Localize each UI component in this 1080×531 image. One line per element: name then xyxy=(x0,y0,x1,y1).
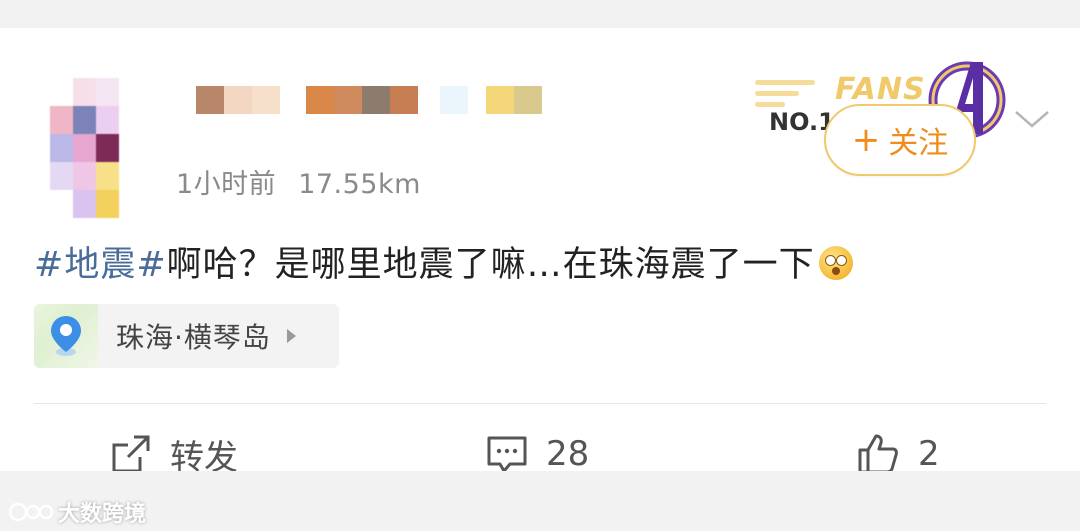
post-content: #地震#啊哈？是哪里地震了嘛…在珠海震了一下 xyxy=(34,236,853,287)
watermark-text: 大数跨境 xyxy=(58,502,147,527)
location-pin-icon xyxy=(51,316,81,356)
post-card: 1小时前 17.55km FANS NO.1 + 关注 #地震#啊哈？是哪里地震了… xyxy=(0,28,1080,478)
location-map-thumbnail xyxy=(34,304,98,368)
chevron-right-icon xyxy=(286,329,296,343)
topic-link[interactable]: #地震# xyxy=(34,245,167,285)
location-chip[interactable]: 珠海·横琴岛 xyxy=(34,304,339,368)
username-redacted[interactable] xyxy=(196,86,542,114)
post-time: 1小时前 xyxy=(176,169,277,200)
comment-count: 28 xyxy=(546,434,590,474)
watermark: 大数跨境 xyxy=(8,496,146,528)
like-count: 2 xyxy=(918,434,940,474)
bottom-bar xyxy=(0,471,1080,531)
share-icon xyxy=(112,435,150,473)
post-distance: 17.55km xyxy=(298,169,421,200)
follow-button[interactable]: + 关注 xyxy=(824,104,976,176)
plus-icon: + xyxy=(851,120,881,160)
thumbs-up-icon xyxy=(858,434,898,474)
chevron-down-icon[interactable] xyxy=(1012,104,1052,134)
location-label: 珠海·横琴岛 xyxy=(116,321,271,354)
flushed-face-emoji-icon xyxy=(818,246,853,280)
avatar[interactable] xyxy=(50,78,142,218)
post-body-text: 啊哈？是哪里地震了嘛…在珠海震了一下 xyxy=(166,245,815,285)
follow-label: 关注 xyxy=(888,126,949,161)
fans-text: FANS xyxy=(835,72,926,107)
divider xyxy=(34,403,1046,404)
post-meta: 1小时前 17.55km xyxy=(176,162,421,201)
comment-icon xyxy=(487,436,527,473)
watermark-logo-icon xyxy=(8,502,54,522)
